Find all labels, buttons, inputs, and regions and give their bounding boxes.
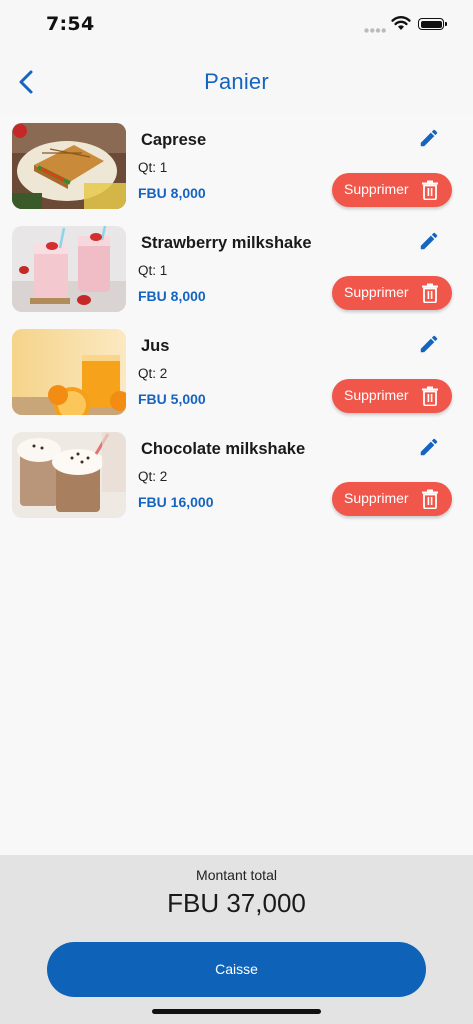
edit-pencil-icon[interactable] [418,127,440,149]
delete-button[interactable]: Supprimer [332,276,452,310]
edit-pencil-icon[interactable] [418,436,440,458]
signal-icon [364,28,386,33]
item-name: Jus [141,337,170,355]
item-quantity: Qt: 2 [138,366,168,381]
item-name: Chocolate milkshake [141,440,306,458]
trash-icon [422,180,438,200]
delete-button-label: Supprimer [344,181,409,197]
item-quantity: Qt: 2 [138,469,168,484]
orange-juice-image [12,329,126,415]
trash-icon [422,489,438,509]
edit-pencil-icon[interactable] [418,230,440,252]
item-name: Strawberry milkshake [141,234,312,252]
total-label: Montant total [196,867,277,883]
trash-icon [422,283,438,303]
cart-footer: Montant total FBU 37,000 Caisse [0,855,473,1024]
cart-item: Caprese Qt: 1 FBU 8,000 Supprimer [0,114,473,217]
edit-pencil-icon[interactable] [418,333,440,355]
delete-button[interactable]: Supprimer [332,482,452,516]
item-price: FBU 16,000 [138,494,214,510]
wifi-icon [391,16,411,30]
delete-button-label: Supprimer [344,490,409,506]
chocolate-milkshake-image [12,432,126,518]
battery-icon [418,18,447,30]
item-price: FBU 8,000 [138,288,206,304]
strawberry-milkshake-image [12,226,126,312]
status-time: 7:54 [46,13,95,35]
item-quantity: Qt: 1 [138,263,168,278]
total-amount: FBU 37,000 [167,888,306,918]
item-price: FBU 8,000 [138,185,206,201]
status-bar: 7:54 [0,0,473,50]
navigation-bar: Panier [0,50,473,114]
item-name: Caprese [141,131,207,149]
checkout-button[interactable]: Caisse [47,942,426,997]
cart-item: Jus Qt: 2 FBU 5,000 Supprimer [0,320,473,423]
delete-button[interactable]: Supprimer [332,173,452,207]
trash-icon [422,386,438,406]
delete-button[interactable]: Supprimer [332,379,452,413]
cart-item: Chocolate milkshake Qt: 2 FBU 16,000 Sup… [0,423,473,526]
cart-list: Caprese Qt: 1 FBU 8,000 Supprimer Strawb… [0,114,473,526]
page-title: Panier [204,69,269,94]
caprese-image [12,123,126,209]
delete-button-label: Supprimer [344,387,409,403]
item-price: FBU 5,000 [138,391,206,407]
home-indicator[interactable] [152,1009,321,1014]
checkout-button-label: Caisse [215,961,258,977]
cart-item: Strawberry milkshake Qt: 1 FBU 8,000 Sup… [0,217,473,320]
item-quantity: Qt: 1 [138,160,168,175]
delete-button-label: Supprimer [344,284,409,300]
